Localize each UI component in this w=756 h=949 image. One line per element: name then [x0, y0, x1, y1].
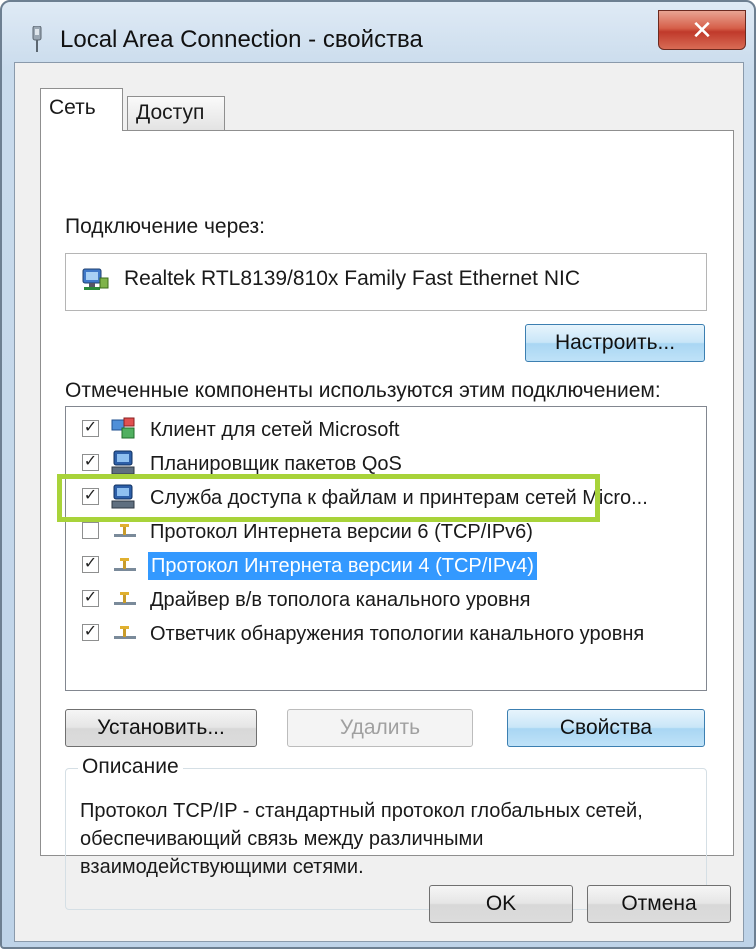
- network-adapter-icon: [82, 268, 109, 290]
- component-checkbox[interactable]: ✓: [82, 420, 99, 437]
- component-checkbox[interactable]: ✓: [82, 590, 99, 607]
- component-label: Ответчик обнаружения топологии канальног…: [150, 623, 645, 645]
- ipv4-highlight-frame: [57, 474, 600, 522]
- description-title: Описание: [78, 755, 183, 779]
- window-title: Local Area Connection - свойства: [60, 26, 423, 53]
- remove-button[interactable]: Удалить: [287, 709, 473, 747]
- component-checkbox[interactable]: [82, 522, 99, 539]
- protocol-icon: [114, 626, 136, 639]
- computer-service-icon: [111, 450, 135, 475]
- component-row-ipv4[interactable]: ✓ Протокол Интернета версии 4 (TCP/IPv4): [66, 549, 706, 583]
- cancel-button[interactable]: Отмена: [587, 885, 731, 923]
- component-row-lltd-driver[interactable]: ✓ Драйвер в/в тополога канального уровня: [66, 583, 706, 617]
- network-connection-icon: [32, 26, 42, 52]
- protocol-icon: [114, 558, 136, 571]
- component-row-ms-client[interactable]: ✓ Клиент для сетей Microsoft: [66, 413, 706, 447]
- install-button[interactable]: Установить...: [65, 709, 257, 747]
- component-label: Драйвер в/в тополога канального уровня: [150, 589, 531, 611]
- configure-button[interactable]: Настроить...: [525, 324, 705, 362]
- network-client-icon: [111, 417, 135, 439]
- ok-button[interactable]: OK: [429, 885, 573, 923]
- component-row-lltd-responder[interactable]: ✓ Ответчик обнаружения топологии канальн…: [66, 617, 706, 651]
- component-checkbox[interactable]: ✓: [82, 454, 99, 471]
- close-button[interactable]: ✕: [658, 10, 746, 50]
- adapter-box: Realtek RTL8139/810x Family Fast Etherne…: [65, 253, 707, 311]
- component-checkbox[interactable]: ✓: [82, 556, 99, 573]
- protocol-icon: [114, 592, 136, 605]
- components-label: Отмеченные компоненты используются этим …: [65, 379, 661, 402]
- component-label: Протокол Интернета версии 4 (TCP/IPv4): [148, 552, 537, 580]
- component-checkbox[interactable]: ✓: [82, 624, 99, 641]
- tab-network[interactable]: Сеть: [40, 88, 123, 131]
- component-label: Протокол Интернета версии 6 (TCP/IPv6): [150, 521, 533, 543]
- connect-using-label: Подключение через:: [65, 215, 265, 238]
- adapter-name: Realtek RTL8139/810x Family Fast Etherne…: [124, 267, 580, 290]
- components-list[interactable]: ✓ Клиент для сетей Microsoft ✓ Планировщ…: [65, 406, 707, 691]
- component-label: Клиент для сетей Microsoft: [150, 419, 400, 441]
- dialog-window: Local Area Connection - свойства ✕ Сеть …: [0, 0, 756, 949]
- properties-button[interactable]: Свойства: [507, 709, 705, 747]
- tab-sharing[interactable]: Доступ: [127, 96, 225, 130]
- close-icon: ✕: [691, 15, 713, 45]
- description-text: Протокол TCP/IP - стандартный протокол г…: [80, 800, 643, 878]
